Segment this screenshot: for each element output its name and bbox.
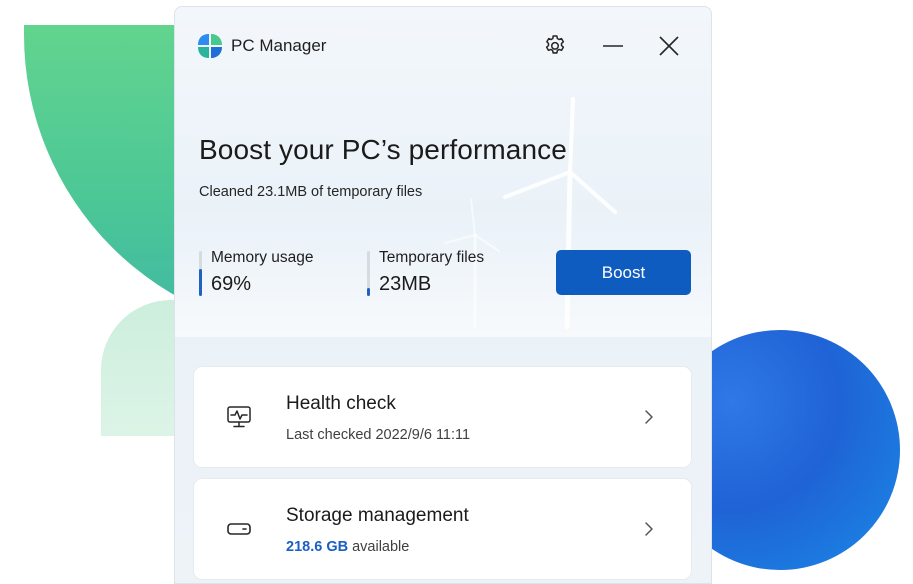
health-check-last-checked: Last checked 2022/9/6 11:11 [286, 427, 471, 443]
pc-manager-logo-icon [198, 34, 222, 58]
close-icon [659, 36, 679, 56]
memory-level-fill [199, 269, 202, 296]
settings-button[interactable] [537, 29, 573, 63]
health-monitor-icon [227, 406, 251, 428]
storage-management-title: Storage management [286, 505, 469, 526]
storage-management-card[interactable]: Storage management 218.6 GB available [194, 479, 691, 579]
clean-summary: Cleaned 23.1MB of temporary files [199, 184, 423, 200]
chevron-right-icon [645, 522, 653, 536]
storage-available-suffix: available [348, 539, 410, 555]
app-title: PC Manager [231, 36, 327, 55]
temp-level-fill [367, 288, 370, 296]
minimize-button[interactable] [595, 29, 631, 63]
gear-icon [545, 35, 565, 54]
health-check-card[interactable]: Health check Last checked 2022/9/6 11:11 [194, 367, 691, 467]
storage-available-size: 218.6 GB [286, 539, 349, 555]
title-bar: PC Manager [175, 7, 711, 77]
page-title: Boost your PC’s performance [199, 134, 567, 165]
storage-available: 218.6 GB available [286, 539, 409, 555]
minimize-icon [603, 45, 623, 47]
health-check-title: Health check [286, 393, 396, 414]
close-button[interactable] [651, 29, 687, 63]
memory-usage-label: Memory usage [211, 249, 314, 266]
chevron-right-icon [645, 410, 653, 424]
drive-icon [227, 523, 251, 535]
temporary-files-value: 23MB [379, 273, 432, 295]
pc-manager-window: PC Manager Boost your PC’s performance C… [174, 6, 712, 584]
boost-button[interactable]: Boost [556, 250, 691, 295]
memory-usage-value: 69% [211, 273, 252, 295]
temporary-files-label: Temporary files [379, 249, 485, 266]
